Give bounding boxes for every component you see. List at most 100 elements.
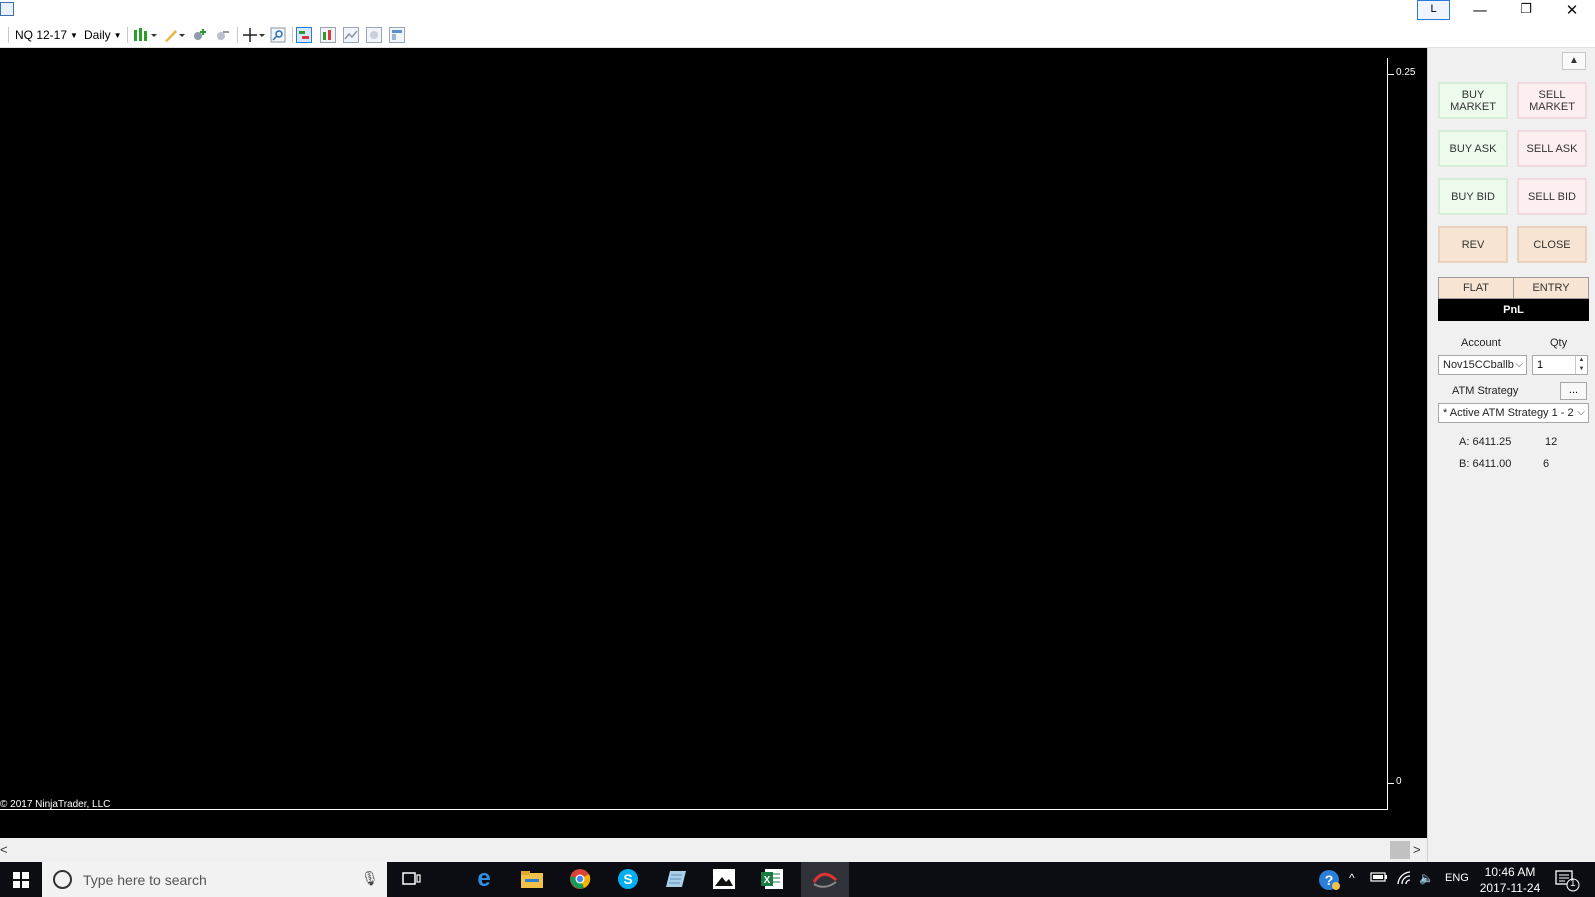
buy-market-button[interactable]: BUY MARKET xyxy=(1438,82,1508,119)
price-axis-line xyxy=(1387,58,1388,810)
svg-text:X: X xyxy=(764,875,771,886)
pin-remove-icon[interactable] xyxy=(214,27,232,43)
drawing-tool-icon[interactable] xyxy=(163,27,187,43)
pin-add-icon[interactable] xyxy=(191,27,209,43)
buy-bid-button[interactable]: BUY BID xyxy=(1438,178,1508,215)
instrument-label: NQ 12-17 xyxy=(15,28,68,42)
position-status: FLAT xyxy=(1439,278,1513,298)
account-label: Account xyxy=(1461,337,1501,349)
scroll-left-icon[interactable]: < xyxy=(0,842,12,857)
svg-text:?: ? xyxy=(1325,872,1334,888)
chevron-down-icon: ⌵ xyxy=(1515,359,1523,370)
chart-trader-panel: ▲ BUY MARKET SELL MARKET BUY ASK SELL AS… xyxy=(1427,48,1595,862)
action-center-icon[interactable]: 1 xyxy=(1554,868,1580,895)
photos-app-icon[interactable] xyxy=(710,867,738,891)
close-position-button[interactable]: CLOSE xyxy=(1517,226,1587,263)
account-select[interactable]: Nov15CCballb ⌵ xyxy=(1438,355,1527,375)
battery-icon[interactable] xyxy=(1370,871,1388,886)
entry-price-label: ENTRY xyxy=(1513,278,1588,298)
time-axis-line xyxy=(0,809,1388,810)
indicators-icon[interactable] xyxy=(320,27,336,43)
position-status-row: FLAT ENTRY xyxy=(1438,277,1589,299)
atm-strategy-value: * Active ATM Strategy 1 - 2 xyxy=(1443,407,1574,419)
excel-app-icon[interactable]: X xyxy=(758,867,786,891)
chart-app-icon xyxy=(0,2,14,16)
reverse-button[interactable]: REV xyxy=(1438,226,1508,263)
cortana-icon xyxy=(53,870,72,889)
sell-bid-button[interactable]: SELL BID xyxy=(1517,178,1587,215)
notification-count: 1 xyxy=(1570,878,1576,889)
chart-trader-toggle-icon[interactable] xyxy=(296,27,312,43)
windows-start-icon[interactable] xyxy=(0,862,42,897)
restore-button[interactable]: ❐ xyxy=(1503,0,1549,22)
file-explorer-icon[interactable] xyxy=(518,867,546,891)
data-box-icon[interactable] xyxy=(389,27,405,43)
crosshair-icon[interactable] xyxy=(242,27,266,43)
toolbar-divider xyxy=(8,27,9,43)
toolbar-divider xyxy=(237,27,238,43)
title-bar: L — ❐ ✕ xyxy=(0,0,1595,22)
spin-up-icon[interactable]: ▲ xyxy=(1575,356,1587,365)
chart-horizontal-scrollbar[interactable]: < > xyxy=(0,838,1427,862)
ninjatrader-chart-window: L — ❐ ✕ NQ 12-17 ▼ Daily ▼ 0.25 0 © 2017… xyxy=(0,0,1595,897)
strategies-icon[interactable] xyxy=(343,27,359,43)
sell-ask-button[interactable]: SELL ASK xyxy=(1517,130,1587,167)
properties-icon[interactable] xyxy=(366,27,382,43)
buy-ask-button[interactable]: BUY ASK xyxy=(1438,130,1508,167)
svg-text:S: S xyxy=(623,871,632,887)
pnl-display: PnL xyxy=(1438,299,1589,321)
zoom-icon[interactable] xyxy=(270,27,286,43)
price-tick-label: 0.25 xyxy=(1396,67,1416,78)
ask-price: A: 6411.25 xyxy=(1459,436,1512,448)
search-placeholder: Type here to search xyxy=(83,872,207,888)
bid-price: B: 6411.00 xyxy=(1459,458,1512,470)
quantity-stepper[interactable]: 1 ▲ ▼ xyxy=(1532,355,1588,375)
layout-button[interactable]: L xyxy=(1417,0,1450,20)
input-language[interactable]: ENG xyxy=(1445,872,1469,884)
microphone-icon[interactable]: 🎙 xyxy=(361,870,379,887)
taskbar-search-box[interactable]: Type here to search 🎙 xyxy=(42,862,387,897)
windows-taskbar: Type here to search 🎙 e S X ? ^ 🔈 ENG 10… xyxy=(0,862,1595,897)
clock-date: 2017-11-24 xyxy=(1479,881,1541,895)
atm-strategy-label: ATM Strategy xyxy=(1452,385,1519,397)
help-icon[interactable]: ? xyxy=(1318,869,1340,894)
skype-icon[interactable]: S xyxy=(614,867,642,891)
sell-market-button[interactable]: SELL MARKET xyxy=(1517,82,1587,119)
copyright-text: © 2017 NinjaTrader, LLC xyxy=(0,799,111,810)
edge-browser-icon[interactable]: e xyxy=(470,867,498,891)
caret-down-icon: ▼ xyxy=(70,31,78,40)
ninjatrader-taskbar-button[interactable] xyxy=(801,862,849,897)
close-window-button[interactable]: ✕ xyxy=(1549,0,1595,22)
chart-style-icon[interactable] xyxy=(133,27,159,43)
chart-toolbar: NQ 12-17 ▼ Daily ▼ xyxy=(0,22,1595,48)
chart-canvas[interactable]: 0.25 0 © 2017 NinjaTrader, LLC xyxy=(0,48,1427,838)
atm-strategy-select[interactable]: * Active ATM Strategy 1 - 2 ⌵ xyxy=(1438,403,1589,423)
wifi-icon[interactable] xyxy=(1396,871,1412,888)
notepad-app-icon[interactable] xyxy=(662,867,690,891)
price-tick xyxy=(1388,783,1394,784)
toolbar-divider xyxy=(292,27,293,43)
scroll-right-icon[interactable]: > xyxy=(1413,842,1425,857)
caret-down-icon: ▼ xyxy=(113,31,122,40)
atm-strategy-options-button[interactable]: ... xyxy=(1560,382,1587,400)
toolbar-divider xyxy=(127,27,128,43)
instrument-selector[interactable]: NQ 12-17 ▼ xyxy=(15,28,78,42)
qty-label: Qty xyxy=(1550,337,1568,349)
interval-label: Daily xyxy=(84,28,111,42)
spin-down-icon[interactable]: ▼ xyxy=(1575,365,1587,374)
scrollbar-thumb[interactable] xyxy=(1390,841,1410,859)
interval-selector[interactable]: Daily ▼ xyxy=(84,28,122,42)
clock-time: 10:46 AM xyxy=(1484,865,1536,879)
show-hidden-icons-icon[interactable]: ^ xyxy=(1349,871,1355,885)
task-view-icon[interactable] xyxy=(400,867,424,891)
quantity-value: 1 xyxy=(1537,359,1544,371)
account-value: Nov15CCballb xyxy=(1443,359,1514,371)
taskbar-clock[interactable]: 10:46 AM 2017-11-24 xyxy=(1470,864,1550,896)
volume-icon[interactable]: 🔈 xyxy=(1419,871,1434,885)
price-tick-label: 0 xyxy=(1396,776,1402,787)
panel-scroll-up-button[interactable]: ▲ xyxy=(1562,52,1586,70)
bid-size: 6 xyxy=(1543,458,1550,470)
minimize-button[interactable]: — xyxy=(1457,0,1503,22)
ask-size: 12 xyxy=(1545,436,1558,448)
chrome-browser-icon[interactable] xyxy=(566,867,594,891)
